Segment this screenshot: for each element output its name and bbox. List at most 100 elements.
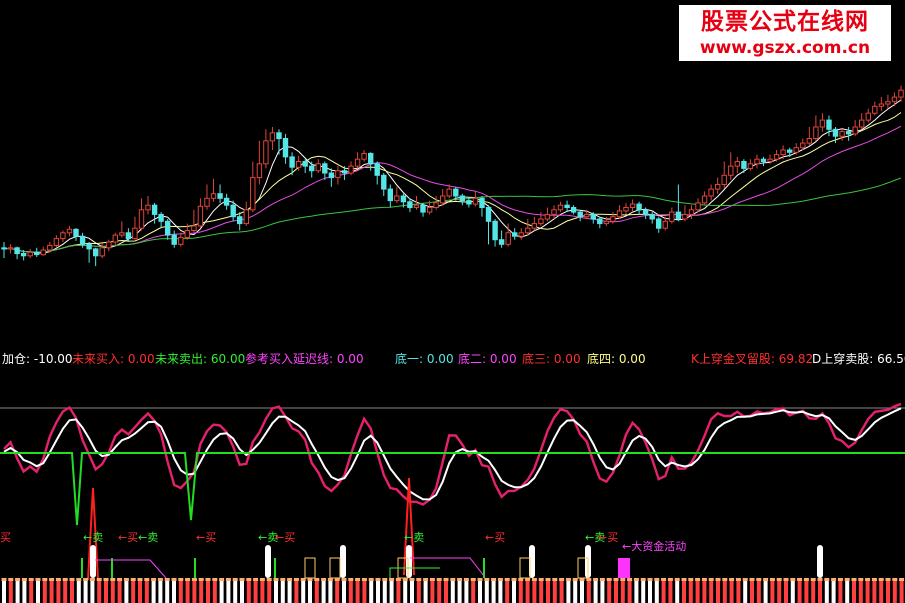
- volume-cap: [865, 578, 871, 581]
- candle-body: [413, 204, 420, 208]
- volume-cap: [593, 578, 599, 581]
- volume-cap: [395, 578, 401, 581]
- volume-cap: [606, 578, 612, 581]
- volume-cap: [851, 578, 857, 581]
- candle-body: [466, 200, 472, 205]
- candle-body: [485, 207, 492, 222]
- volume-cap: [783, 578, 789, 581]
- candle-body: [780, 149, 786, 156]
- volume-cap: [382, 578, 388, 581]
- volume-cap: [565, 578, 571, 581]
- candle-body: [302, 161, 308, 167]
- volume-cap: [599, 578, 605, 581]
- volume-cap: [817, 578, 823, 581]
- volume-bar: [682, 579, 686, 603]
- candle-body: [793, 147, 799, 153]
- volume-bar: [104, 579, 108, 603]
- volume-cap: [511, 578, 517, 581]
- candle-body: [538, 218, 544, 225]
- volume-bar: [199, 579, 204, 603]
- volume-cap: [667, 578, 673, 581]
- volume-cap: [674, 578, 680, 581]
- candle-body: [1, 247, 7, 250]
- volume-bar: [573, 579, 578, 603]
- volume-cap: [647, 578, 653, 581]
- volume-cap: [491, 578, 497, 581]
- volume-bar: [70, 579, 74, 603]
- bracket-line: [95, 559, 167, 579]
- candle-body: [328, 172, 335, 179]
- volume-bar: [790, 579, 795, 603]
- volume-bar: [709, 579, 714, 603]
- volume-cap: [280, 578, 286, 581]
- candle-body: [34, 251, 40, 256]
- candle-body: [335, 170, 341, 179]
- volume-cap: [810, 578, 816, 581]
- candle-body: [191, 225, 197, 231]
- volume-bar: [219, 579, 224, 603]
- legend-item: 底四: 0.00: [587, 351, 646, 367]
- volume-bar: [695, 579, 700, 603]
- candle-body: [773, 154, 780, 160]
- signal-label: 买: [0, 531, 11, 544]
- volume-cap: [1, 578, 7, 581]
- volume-cap: [409, 578, 415, 581]
- volume-bar: [308, 579, 312, 603]
- candle-body: [787, 149, 793, 153]
- candle-body: [230, 204, 236, 218]
- legend-item: 未来买入: 0.00: [72, 351, 155, 367]
- volume-cap: [232, 578, 238, 581]
- candle-body: [40, 249, 46, 256]
- volume-cap: [701, 578, 707, 581]
- candle-body: [708, 188, 714, 197]
- candle-body: [551, 209, 557, 215]
- volume-bar: [879, 579, 884, 603]
- watermark-url: www.gszx.com.cn: [699, 38, 871, 58]
- candle-body: [145, 204, 151, 211]
- volume-bar: [627, 579, 632, 603]
- legend-value: 0.00: [550, 352, 581, 366]
- volume-cap: [735, 578, 741, 581]
- volume-bar: [328, 579, 333, 603]
- volume-cap: [96, 578, 102, 581]
- volume-cap: [130, 578, 136, 581]
- volume-cap: [62, 578, 68, 581]
- volume-cap: [769, 578, 775, 581]
- volume-cap: [858, 578, 864, 581]
- candle-body: [472, 197, 479, 205]
- candle-body: [223, 197, 230, 206]
- volume-bar: [756, 579, 761, 603]
- volume-cap: [375, 578, 381, 581]
- volume-bar: [824, 579, 829, 603]
- candle-body: [865, 112, 871, 121]
- volume-cap: [321, 578, 327, 581]
- candle-body: [734, 161, 740, 167]
- volume-bar: [614, 579, 618, 603]
- volume-cap: [15, 578, 21, 581]
- legend-label: 底四:: [587, 352, 616, 366]
- volume-cap: [722, 578, 728, 581]
- volume-bar: [49, 579, 54, 603]
- candle-body: [701, 195, 708, 204]
- candle-body: [669, 211, 675, 222]
- volume-bar: [274, 579, 278, 603]
- volume-cap: [327, 578, 333, 581]
- volume-cap: [531, 578, 537, 581]
- legend-item: 参考买入延迟线: 0.00: [245, 351, 364, 367]
- volume-bar: [410, 579, 414, 603]
- candle-body: [99, 247, 105, 257]
- volume-bar: [416, 579, 421, 603]
- candle-body: [138, 209, 145, 229]
- legend-value: 0.00: [124, 352, 155, 366]
- candle-body: [852, 126, 858, 135]
- candle-body: [217, 193, 223, 199]
- volume-bar: [648, 579, 652, 603]
- volume-bar: [131, 579, 136, 603]
- legend-item: 底二: 0.00: [458, 351, 517, 367]
- candle-body: [250, 177, 256, 211]
- candle-body: [60, 232, 66, 240]
- signal-label: ←买: [275, 531, 296, 544]
- volume-bar: [450, 579, 455, 603]
- volume-bar: [56, 579, 61, 603]
- volume-bar: [566, 579, 571, 603]
